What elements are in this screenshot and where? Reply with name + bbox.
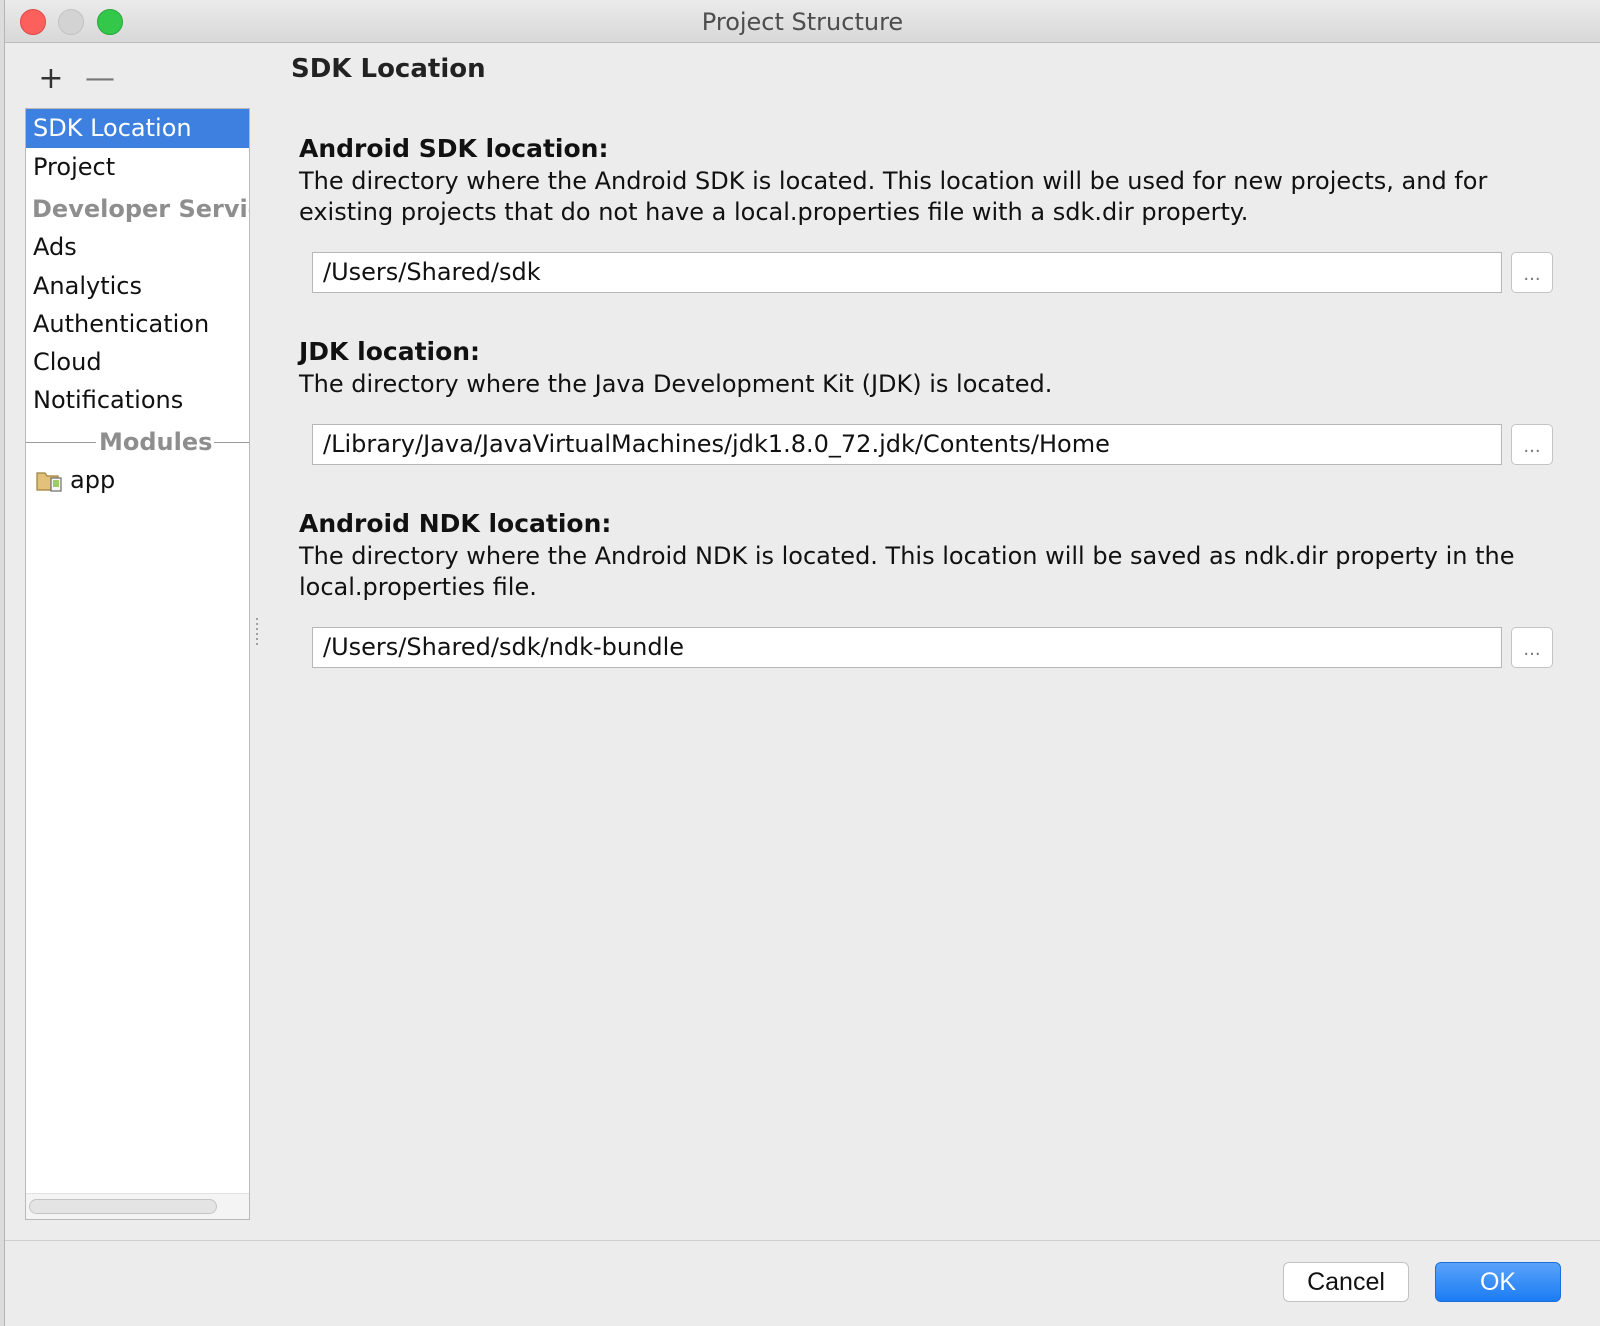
android-sdk-heading: Android SDK location: — [299, 134, 609, 163]
title-bar: Project Structure — [5, 0, 1600, 43]
modules-label: Modules — [99, 428, 213, 456]
panel-title: SDK Location — [291, 54, 486, 84]
android-sdk-browse-button[interactable]: ... — [1511, 252, 1553, 293]
module-folder-icon — [36, 472, 62, 492]
jdk-heading: JDK location: — [299, 337, 481, 366]
window-title: Project Structure — [701, 8, 904, 36]
modules-separator: Modules — [26, 424, 249, 460]
separator-line — [214, 442, 249, 443]
remove-icon[interactable]: — — [85, 64, 115, 94]
ok-button[interactable]: OK — [1435, 1262, 1561, 1302]
sidebar-item-notifications[interactable]: Notifications — [26, 381, 249, 420]
add-icon[interactable]: + — [36, 64, 66, 94]
splitter-handle[interactable] — [253, 618, 261, 650]
footer-divider — [5, 1240, 1600, 1241]
scrollbar-thumb[interactable] — [29, 1199, 217, 1214]
sidebar: SDK Location Project Developer Servic Ad… — [25, 108, 250, 1220]
sidebar-item-ads[interactable]: Ads — [26, 228, 249, 267]
cancel-button[interactable]: Cancel — [1283, 1262, 1409, 1302]
jdk-description: The directory where the Java Development… — [299, 370, 1053, 398]
android-sdk-description: The directory where the Android SDK is l… — [299, 167, 1488, 226]
sidebar-item-project[interactable]: Project — [26, 148, 249, 187]
sidebar-group-developer-services: Developer Servic — [32, 195, 249, 223]
android-sdk-path-field[interactable]: /Users/Shared/sdk — [312, 252, 1502, 293]
android-ndk-path-field[interactable]: /Users/Shared/sdk/ndk-bundle — [312, 627, 1502, 668]
separator-line — [26, 442, 96, 443]
sidebar-item-app[interactable]: app — [26, 461, 249, 500]
jdk-browse-button[interactable]: ... — [1511, 424, 1553, 465]
project-structure-window: Project Structure + — SDK Location Proje… — [4, 0, 1600, 1326]
sidebar-horizontal-scrollbar[interactable] — [26, 1193, 249, 1219]
jdk-path-field[interactable]: /Library/Java/JavaVirtualMachines/jdk1.8… — [312, 424, 1502, 465]
sidebar-item-sdk-location[interactable]: SDK Location — [26, 109, 249, 148]
android-ndk-browse-button[interactable]: ... — [1511, 627, 1553, 668]
android-ndk-heading: Android NDK location: — [299, 509, 612, 538]
module-label: app — [70, 466, 116, 494]
sidebar-item-cloud[interactable]: Cloud — [26, 343, 249, 382]
android-ndk-description: The directory where the Android NDK is l… — [299, 542, 1515, 601]
sidebar-item-analytics[interactable]: Analytics — [26, 267, 249, 306]
sidebar-item-authentication[interactable]: Authentication — [26, 305, 249, 344]
